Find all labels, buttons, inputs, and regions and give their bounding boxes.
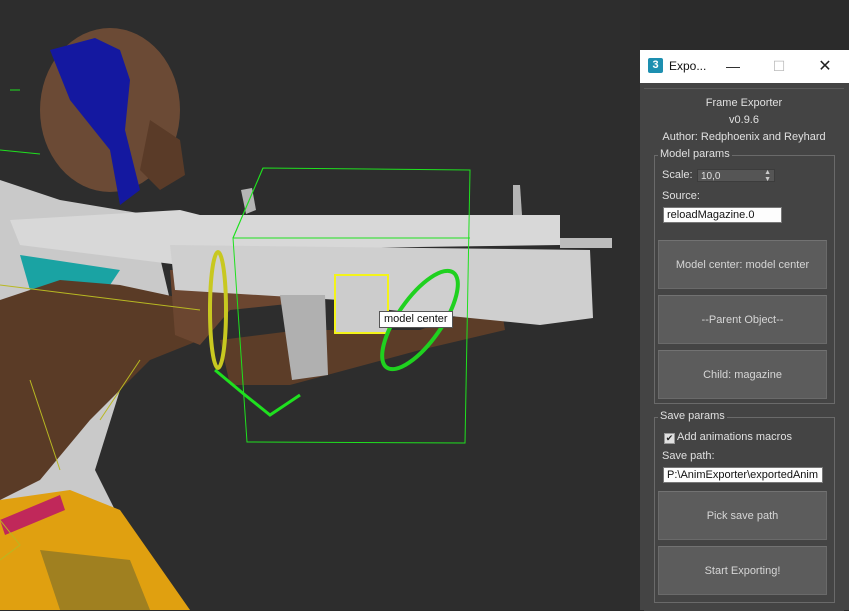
minimize-button[interactable]: — [710, 50, 756, 83]
spinner-arrows-icon[interactable]: ▲ ▼ [764, 169, 771, 183]
child-object-button[interactable]: Child: magazine [658, 350, 827, 399]
source-input[interactable]: reloadMagazine.0 [663, 207, 782, 223]
scale-spinner[interactable]: 10,0 ▲ ▼ [697, 169, 775, 183]
window-titlebar[interactable]: 3 Expo... — ☐ ✕ [640, 50, 849, 83]
app-name: Frame Exporter [705, 97, 783, 109]
model-params-label: Model params [658, 148, 732, 160]
scale-label: Scale: [662, 169, 693, 181]
window-title: Expo... [669, 59, 707, 73]
scale-value: 10,0 [701, 171, 721, 182]
close-button[interactable]: ✕ [802, 50, 848, 83]
exporter-rollout: Frame Exporter v0.9.6 Author: Redphoenix… [644, 88, 844, 611]
start-exporting-button[interactable]: Start Exporting! [658, 546, 827, 595]
scene-render [0, 28, 612, 610]
source-label: Source: [662, 190, 700, 202]
pick-save-path-button[interactable]: Pick save path [658, 491, 827, 540]
frame-exporter-window: 3 Expo... — ☐ ✕ Frame Exporter v0.9.6 Au… [640, 50, 849, 611]
maximize-button[interactable]: ☐ [756, 50, 802, 83]
3dsmax-app-icon: 3 [648, 58, 663, 73]
app-version: v0.9.6 [729, 114, 759, 126]
3d-viewport[interactable]: model center [0, 0, 640, 610]
parent-object-button[interactable]: --Parent Object-- [658, 295, 827, 344]
save-path-label: Save path: [662, 450, 715, 462]
viewport-tooltip: model center [379, 311, 453, 328]
save-path-input[interactable]: P:\AnimExporter\exportedAnim [663, 467, 823, 483]
add-macros-checkbox[interactable]: ✔ [664, 433, 675, 444]
model-center-button[interactable]: Model center: model center [658, 240, 827, 289]
add-macros-label: Add animations macros [677, 431, 792, 443]
app-author: Author: Redphoenix and Reyhard [662, 131, 826, 143]
save-params-label: Save params [658, 410, 727, 422]
